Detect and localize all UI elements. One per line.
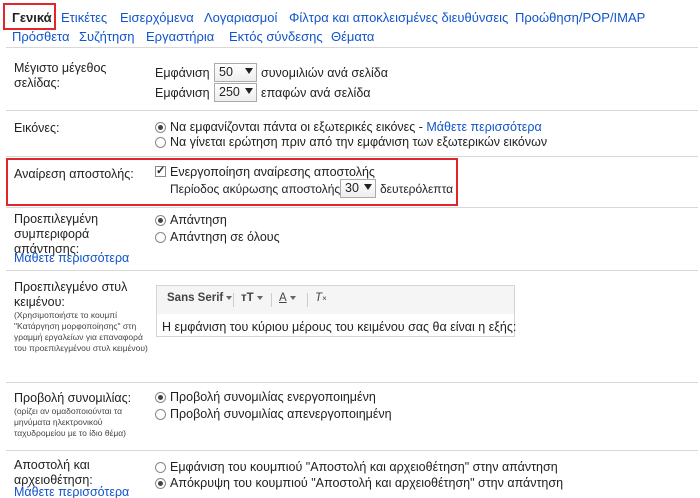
contacts-per-page-select[interactable]: 250 xyxy=(214,83,257,102)
conv-show-label: Εμφάνιση xyxy=(155,66,210,80)
toolbar-separator xyxy=(271,293,272,307)
tab-chat[interactable]: Συζήτηση xyxy=(79,29,135,44)
divider xyxy=(6,382,698,383)
conv-per-page-suffix: συνομιλιών ανά σελίδα xyxy=(261,66,388,80)
send-archive-learn-more-link[interactable]: Μάθετε περισσότερα xyxy=(14,485,129,498)
tab-labs[interactable]: Εργαστήρια xyxy=(146,29,214,44)
toolbar-separator xyxy=(307,293,308,307)
undo-send-checkbox-label: Ενεργοποίηση αναίρεσης αποστολής xyxy=(170,165,375,179)
tab-addons[interactable]: Πρόσθετα xyxy=(12,29,70,44)
font-size-icon[interactable]: тT xyxy=(241,292,263,304)
tab-forwarding[interactable]: Προώθηση/POP/IMAP xyxy=(515,10,645,25)
divider xyxy=(6,450,698,451)
tab-inbox[interactable]: Εισερχόμενα xyxy=(120,10,194,25)
divider xyxy=(6,270,698,271)
toolbar-separator xyxy=(233,293,234,307)
send-archive-hide-label: Απόκρυψη του κουμπιού "Αποστολή και αρχε… xyxy=(170,476,564,490)
cancel-period-label: Περίοδος ακύρωσης αποστολής: xyxy=(170,182,344,196)
tab-filters[interactable]: Φίλτρα και αποκλεισμένες διευθύνσεις xyxy=(289,10,508,25)
reply-learn-more-link[interactable]: Μάθετε περισσότερα xyxy=(14,251,129,266)
tab-themes[interactable]: Θέματα xyxy=(331,29,374,44)
text-color-icon[interactable]: A xyxy=(279,292,296,304)
reply-all-radio-label: Απάντηση σε όλους xyxy=(170,230,280,244)
chevron-down-icon xyxy=(364,184,372,190)
editor-preview-text[interactable]: Η εμφάνιση του κύριου μέρους του κειμένο… xyxy=(162,320,516,334)
tab-highlight-box xyxy=(3,3,56,30)
reply-all-radio[interactable] xyxy=(155,232,166,243)
conversations-per-page-select[interactable]: 50 xyxy=(214,63,257,82)
send-archive-show-radio[interactable] xyxy=(155,462,166,473)
tab-labels[interactable]: Ετικέτες xyxy=(61,10,107,25)
contacts-per-page-suffix: επαφών ανά σελίδα xyxy=(261,86,371,100)
chevron-down-icon xyxy=(245,88,253,94)
images-label: Εικόνες: xyxy=(14,121,60,135)
conversations-per-page-value: 50 xyxy=(219,65,233,79)
divider xyxy=(6,110,698,111)
reply-radio[interactable] xyxy=(155,215,166,226)
conv-view-off-label: Προβολή συνομιλίας απενεργοποιημένη xyxy=(170,407,392,421)
tab-accounts[interactable]: Λογαριασμοί xyxy=(204,10,277,25)
text-style-help: (Χρησιμοποιήστε το κουμπί "Κατάργηση μορ… xyxy=(14,310,148,353)
conv-view-off-radio[interactable] xyxy=(155,409,166,420)
images-always-text: Να εμφανίζονται πάντα οι εξωτερικές εικό… xyxy=(170,120,542,134)
remove-formatting-icon[interactable]: T× xyxy=(315,292,327,304)
text-style-editor: Sans Serif тT A T× Η εμφάνιση του κύριου… xyxy=(156,285,516,337)
contacts-show-label: Εμφάνιση xyxy=(155,86,210,100)
reply-radio-label: Απάντηση xyxy=(170,213,227,227)
conv-view-on-label: Προβολή συνομιλίας ενεργοποιημένη xyxy=(170,390,376,404)
conversation-view-help: (ορίζει αν ομαδοποιούνται τα μηνύματα ηλ… xyxy=(14,406,126,438)
divider xyxy=(6,207,698,208)
cancel-period-value: 30 xyxy=(345,181,359,195)
cancel-period-select[interactable]: 30 xyxy=(340,179,376,198)
send-archive-show-label: Εμφάνιση του κουμπιού "Αποστολή και αρχε… xyxy=(170,460,558,474)
conv-view-on-radio[interactable] xyxy=(155,392,166,403)
undo-send-checkbox[interactable] xyxy=(155,164,166,177)
images-ask-radio[interactable] xyxy=(155,137,166,148)
format-toolbar: Sans Serif тT A T× xyxy=(157,286,514,314)
send-archive-hide-radio[interactable] xyxy=(155,478,166,489)
images-ask-text: Να γίνεται ερώτηση πριν από την εμφάνιση… xyxy=(170,135,548,149)
max-page-size-label: Μέγιστο μέγεθος σελίδας: xyxy=(14,61,107,90)
contacts-per-page-value: 250 xyxy=(219,85,240,99)
text-style-label: Προεπιλεγμένο στυλ κειμένου: xyxy=(14,280,128,309)
learn-more-link[interactable]: Μάθετε περισσότερα xyxy=(426,120,541,134)
chevron-down-icon xyxy=(245,68,253,74)
tab-offline[interactable]: Εκτός σύνδεσης xyxy=(229,29,323,44)
font-family-button[interactable]: Sans Serif xyxy=(167,292,233,304)
undo-send-label: Αναίρεση αποστολής: xyxy=(14,167,134,181)
send-archive-label: Αποστολή και αρχειοθέτηση: xyxy=(14,458,93,487)
divider xyxy=(6,156,698,157)
cancel-period-unit: δευτερόλεπτα xyxy=(380,182,454,196)
images-always-radio[interactable] xyxy=(155,122,166,133)
conversation-view-label: Προβολή συνομιλίας: xyxy=(14,391,132,405)
divider xyxy=(6,47,698,48)
